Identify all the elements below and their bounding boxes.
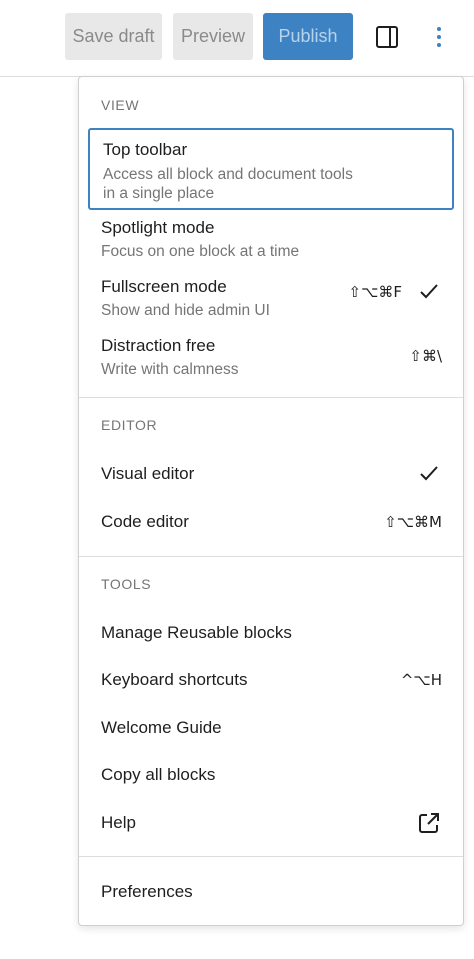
editor-header: Save draft Preview Publish: [0, 0, 474, 77]
menu-item-label: Keyboard shortcuts: [101, 670, 248, 689]
menu-item-welcome-guide[interactable]: Welcome Guide: [88, 706, 454, 750]
menu-item-description: Show and hide admin UI: [101, 302, 270, 319]
menu-item-manage-reusable-blocks[interactable]: Manage Reusable blocks: [88, 611, 454, 655]
menu-item-visual-editor[interactable]: Visual editor: [88, 452, 454, 496]
keyboard-shortcut: ⇧⌥⌘M: [384, 513, 442, 531]
keyboard-shortcut: ⇧⌘\: [409, 347, 442, 365]
preview-button[interactable]: Preview: [173, 13, 253, 60]
menu-item-help[interactable]: Help: [88, 801, 454, 845]
options-dropdown-menu: VIEW Top toolbar Access all block and do…: [78, 76, 464, 926]
menu-item-label: Welcome Guide: [101, 718, 222, 737]
menu-item-copy-all-blocks[interactable]: Copy all blocks: [88, 753, 454, 797]
menu-item-label: Help: [101, 813, 136, 832]
menu-divider: [79, 556, 463, 557]
menu-item-description: in a single place: [103, 185, 215, 202]
sidebar-settings-icon: [376, 26, 398, 48]
menu-item-preferences[interactable]: Preferences: [88, 870, 454, 914]
menu-item-label: Code editor: [101, 512, 189, 531]
menu-item-top-toolbar[interactable]: Top toolbar Access all block and documen…: [88, 128, 454, 210]
menu-item-description: Access all block and document tools: [103, 166, 353, 183]
save-draft-button[interactable]: Save draft: [65, 13, 162, 60]
menu-item-code-editor[interactable]: Code editor ⇧⌥⌘M: [88, 500, 454, 544]
checkmark-icon: [420, 466, 438, 481]
menu-item-description: Focus on one block at a time: [101, 243, 300, 260]
menu-item-label: Fullscreen mode: [101, 277, 227, 296]
keyboard-shortcut: ⇧⌥⌘F: [348, 283, 402, 301]
menu-item-distraction-free[interactable]: Distraction free Write with calmness ⇧⌘\: [88, 330, 454, 385]
keyboard-shortcut: ^⌥H: [400, 671, 442, 689]
menu-item-label: Distraction free: [101, 336, 216, 355]
menu-item-label: Top toolbar: [103, 140, 188, 159]
view-group-label: VIEW: [101, 97, 140, 113]
menu-item-keyboard-shortcuts[interactable]: Keyboard shortcuts ^⌥H: [88, 658, 454, 702]
vertical-ellipsis-icon: [437, 27, 441, 47]
publish-button[interactable]: Publish: [263, 13, 353, 60]
menu-item-label: Spotlight mode: [101, 218, 215, 237]
menu-item-fullscreen-mode[interactable]: Fullscreen mode Show and hide admin UI ⇧…: [88, 271, 454, 326]
menu-divider: [79, 856, 463, 857]
menu-item-spotlight-mode[interactable]: Spotlight mode Focus on one block at a t…: [88, 212, 454, 267]
menu-item-label: Visual editor: [101, 464, 195, 483]
external-link-icon: [419, 813, 439, 833]
menu-item-label: Preferences: [101, 882, 193, 901]
tools-group-label: TOOLS: [101, 576, 152, 592]
menu-item-description: Write with calmness: [101, 361, 239, 378]
menu-item-label: Copy all blocks: [101, 765, 216, 784]
settings-toggle-button[interactable]: [370, 20, 404, 54]
menu-item-label: Manage Reusable blocks: [101, 623, 292, 642]
editor-group-label: EDITOR: [101, 417, 158, 433]
options-menu-button[interactable]: [422, 20, 456, 54]
menu-divider: [79, 397, 463, 398]
checkmark-icon: [420, 284, 438, 299]
